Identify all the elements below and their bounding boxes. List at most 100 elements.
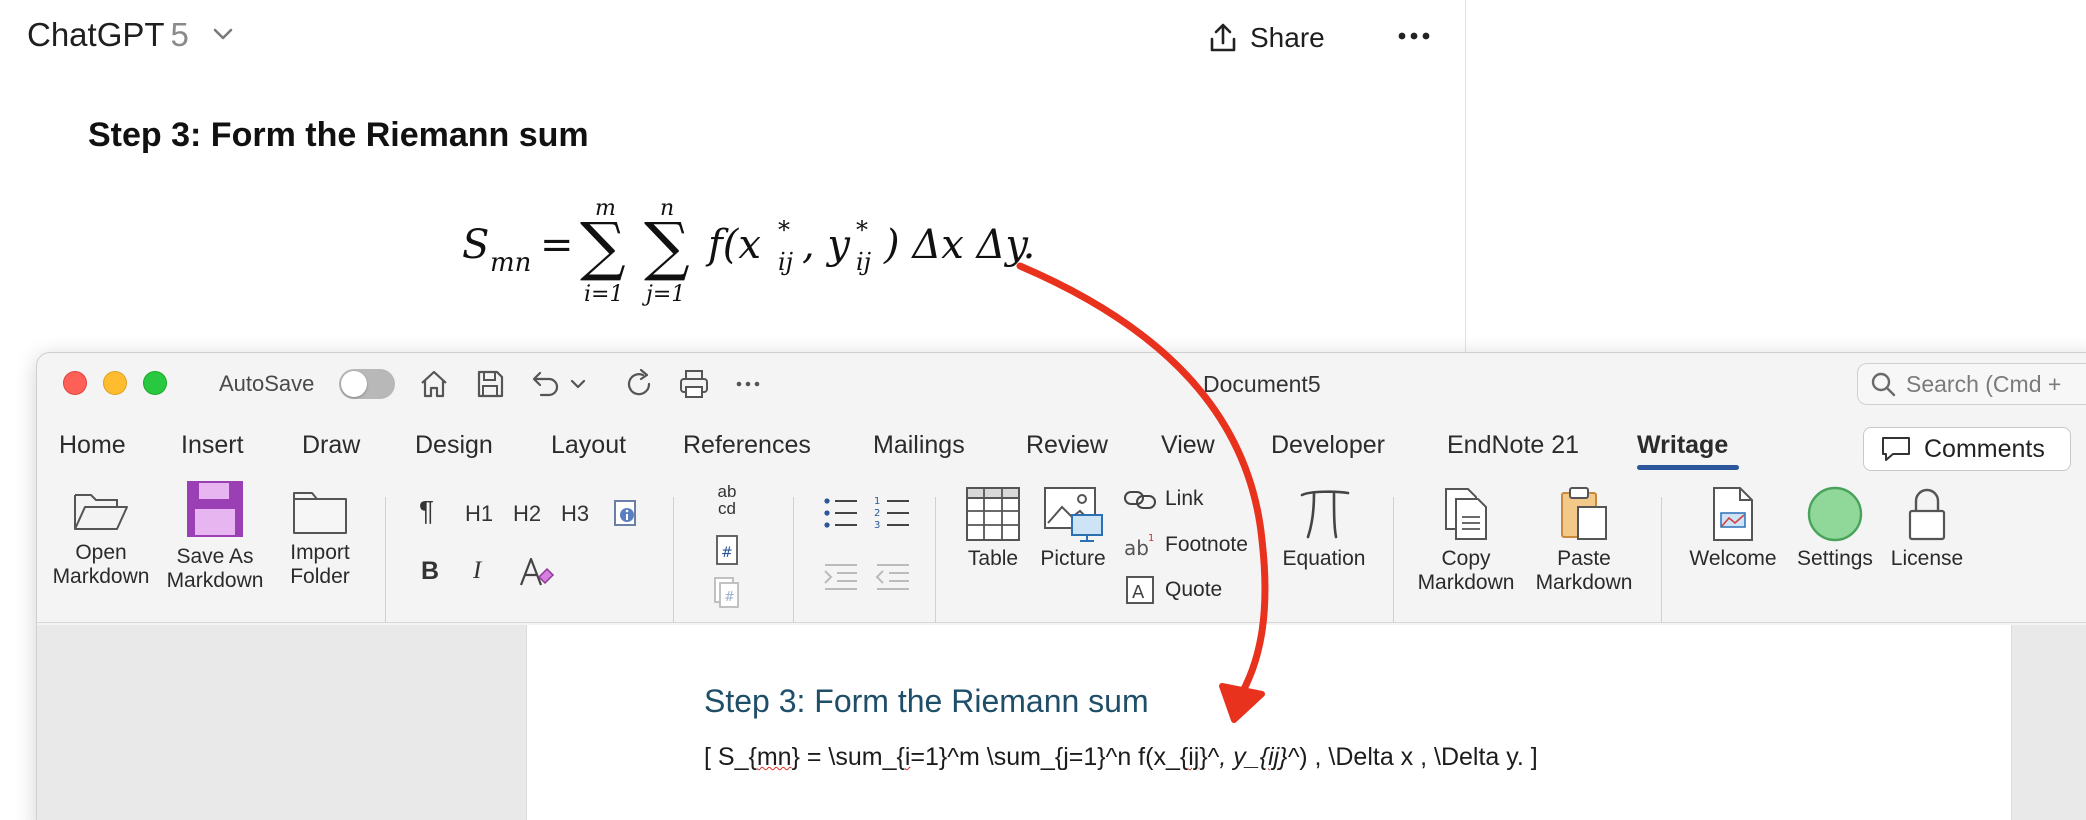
latex-part: [ S_{ — [704, 743, 757, 771]
undo-dropdown-icon[interactable] — [567, 367, 589, 401]
clear-format-icon[interactable] — [515, 553, 555, 591]
latex-italic: }^ — [1279, 743, 1300, 771]
open-markdown-line2: Markdown — [52, 565, 150, 588]
spelling-button[interactable]: ab cd — [703, 483, 751, 517]
formula-body: f(x — [708, 222, 761, 268]
model-selector[interactable]: ChatGPT 5 — [27, 16, 189, 54]
close-window-button[interactable] — [63, 371, 87, 395]
tab-design[interactable]: Design — [415, 431, 493, 460]
license-label: License — [1890, 547, 1964, 570]
document-page[interactable]: Step 3: Form the Riemann sum [ S_{mn} = … — [526, 625, 2012, 820]
bold-button[interactable]: B — [421, 557, 439, 586]
sum2-sigma: ∑ — [644, 210, 690, 284]
decrease-indent-icon — [875, 564, 909, 590]
share-label: Share — [1250, 22, 1325, 53]
autosave-toggle[interactable] — [339, 369, 395, 399]
italic-button[interactable]: I — [473, 557, 481, 585]
search-placeholder: Search (Cmd + — [1906, 370, 2062, 397]
sum2-lower: j=1 — [646, 282, 686, 307]
latex-misspelled: mn — [756, 743, 792, 771]
tab-insert[interactable]: Insert — [181, 431, 244, 460]
footnote-icon: ab 1 — [1124, 533, 1154, 559]
link-button[interactable]: Link — [1123, 487, 1204, 511]
table-label: Table — [967, 547, 1019, 570]
open-markdown-button[interactable]: Open Markdown — [51, 487, 151, 589]
tab-developer[interactable]: Developer — [1271, 431, 1385, 460]
redo-icon[interactable] — [623, 367, 657, 401]
latex-part: }^ — [1199, 743, 1220, 771]
quote-label: Quote — [1165, 578, 1223, 601]
svg-text:2: 2 — [874, 508, 880, 519]
link-label: Link — [1165, 487, 1204, 510]
save-icon[interactable] — [473, 367, 507, 401]
document-info-icon[interactable] — [609, 495, 643, 529]
paste-markdown-line1: Paste — [1557, 547, 1611, 570]
save-as-markdown-button[interactable]: Save As Markdown — [165, 481, 265, 593]
autosave-label: AutoSave — [219, 371, 315, 396]
latex-misspelled: ij — [1268, 743, 1280, 771]
picture-label: Picture — [1040, 547, 1106, 570]
formula-star-2: * — [856, 216, 868, 244]
ribbon-tabs: Home Insert Draw Design Layout Reference… — [37, 419, 2086, 473]
h1-button[interactable]: H1 — [465, 501, 493, 527]
app-name: ChatGPT — [27, 16, 165, 53]
welcome-button[interactable]: Welcome — [1681, 485, 1785, 571]
search-icon — [1871, 372, 1896, 397]
tab-mailings[interactable]: Mailings — [873, 431, 965, 460]
tab-endnote[interactable]: EndNote 21 — [1447, 431, 1579, 460]
table-icon — [966, 487, 1020, 541]
tab-writage[interactable]: Writage — [1637, 431, 1728, 460]
import-folder-button[interactable]: Import Folder — [275, 487, 365, 589]
paragraph-button[interactable]: ¶ — [419, 495, 434, 527]
writage-ribbon: Open Markdown Save As Markdown Import Fo… — [37, 473, 2086, 623]
word-count-icon[interactable]: # — [707, 533, 747, 567]
comments-label: Comments — [1924, 434, 2045, 463]
footnote-button[interactable]: ab 1 Footnote — [1123, 531, 1248, 559]
picture-icon — [1044, 487, 1103, 542]
print-icon[interactable] — [677, 367, 711, 401]
chevron-down-icon[interactable] — [212, 26, 234, 42]
equation-label: Equation — [1282, 547, 1366, 570]
minimize-window-button[interactable] — [103, 371, 127, 395]
link-icon — [1124, 491, 1156, 509]
table-button[interactable]: Table — [953, 485, 1033, 571]
tab-home[interactable]: Home — [59, 431, 126, 460]
formula-lhs-sub: mn — [490, 248, 532, 278]
tab-layout[interactable]: Layout — [551, 431, 626, 460]
ribbon-separator — [935, 497, 936, 623]
tab-references[interactable]: References — [683, 431, 811, 460]
numbered-list-icon[interactable]: 123 — [873, 493, 913, 533]
search-input[interactable]: Search (Cmd + — [1857, 363, 2086, 405]
import-folder-line2: Folder — [290, 565, 350, 588]
picture-button[interactable]: Picture — [1035, 485, 1111, 571]
model-version: 5 — [170, 16, 189, 53]
formula-sub-2: ij — [856, 248, 872, 276]
tab-review[interactable]: Review — [1026, 431, 1108, 460]
svg-text:A: A — [1132, 582, 1145, 603]
equation-button[interactable]: Equation — [1271, 485, 1377, 571]
riemann-sum-formula: S mn = m ∑ i=1 n ∑ j=1 f(x * ij , y * ij… — [440, 188, 1060, 318]
maximize-window-button[interactable] — [143, 371, 167, 395]
latex-paragraph[interactable]: [ S_{mn} = \sum_{i=1}^m \sum_{j=1}^n f(x… — [704, 743, 1538, 772]
settings-button[interactable]: Settings — [1789, 485, 1881, 571]
license-button[interactable]: License — [1885, 485, 1969, 571]
h3-button[interactable]: H3 — [561, 501, 589, 527]
more-options-icon[interactable] — [1396, 24, 1432, 48]
tab-view[interactable]: View — [1161, 431, 1215, 460]
quote-button[interactable]: A Quote — [1123, 575, 1222, 605]
quote-icon: A — [1126, 576, 1154, 604]
formula-star-1: * — [778, 216, 790, 244]
paste-markdown-button[interactable]: Paste Markdown — [1529, 485, 1639, 595]
bullet-list-icon[interactable] — [821, 493, 861, 533]
more-toolbar-icon[interactable] — [731, 367, 765, 401]
tab-draw[interactable]: Draw — [302, 431, 360, 460]
undo-icon[interactable] — [527, 367, 561, 401]
h2-button[interactable]: H2 — [513, 501, 541, 527]
save-as-markdown-line2: Markdown — [166, 569, 264, 592]
copy-markdown-button[interactable]: Copy Markdown — [1411, 485, 1521, 595]
latex-misspelled: ij — [1188, 743, 1200, 771]
formula-tail: ) Δx Δy. — [884, 222, 1036, 268]
comments-button[interactable]: Comments — [1863, 427, 2071, 471]
share-button[interactable]: Share — [1208, 18, 1325, 58]
home-icon[interactable] — [417, 367, 451, 401]
